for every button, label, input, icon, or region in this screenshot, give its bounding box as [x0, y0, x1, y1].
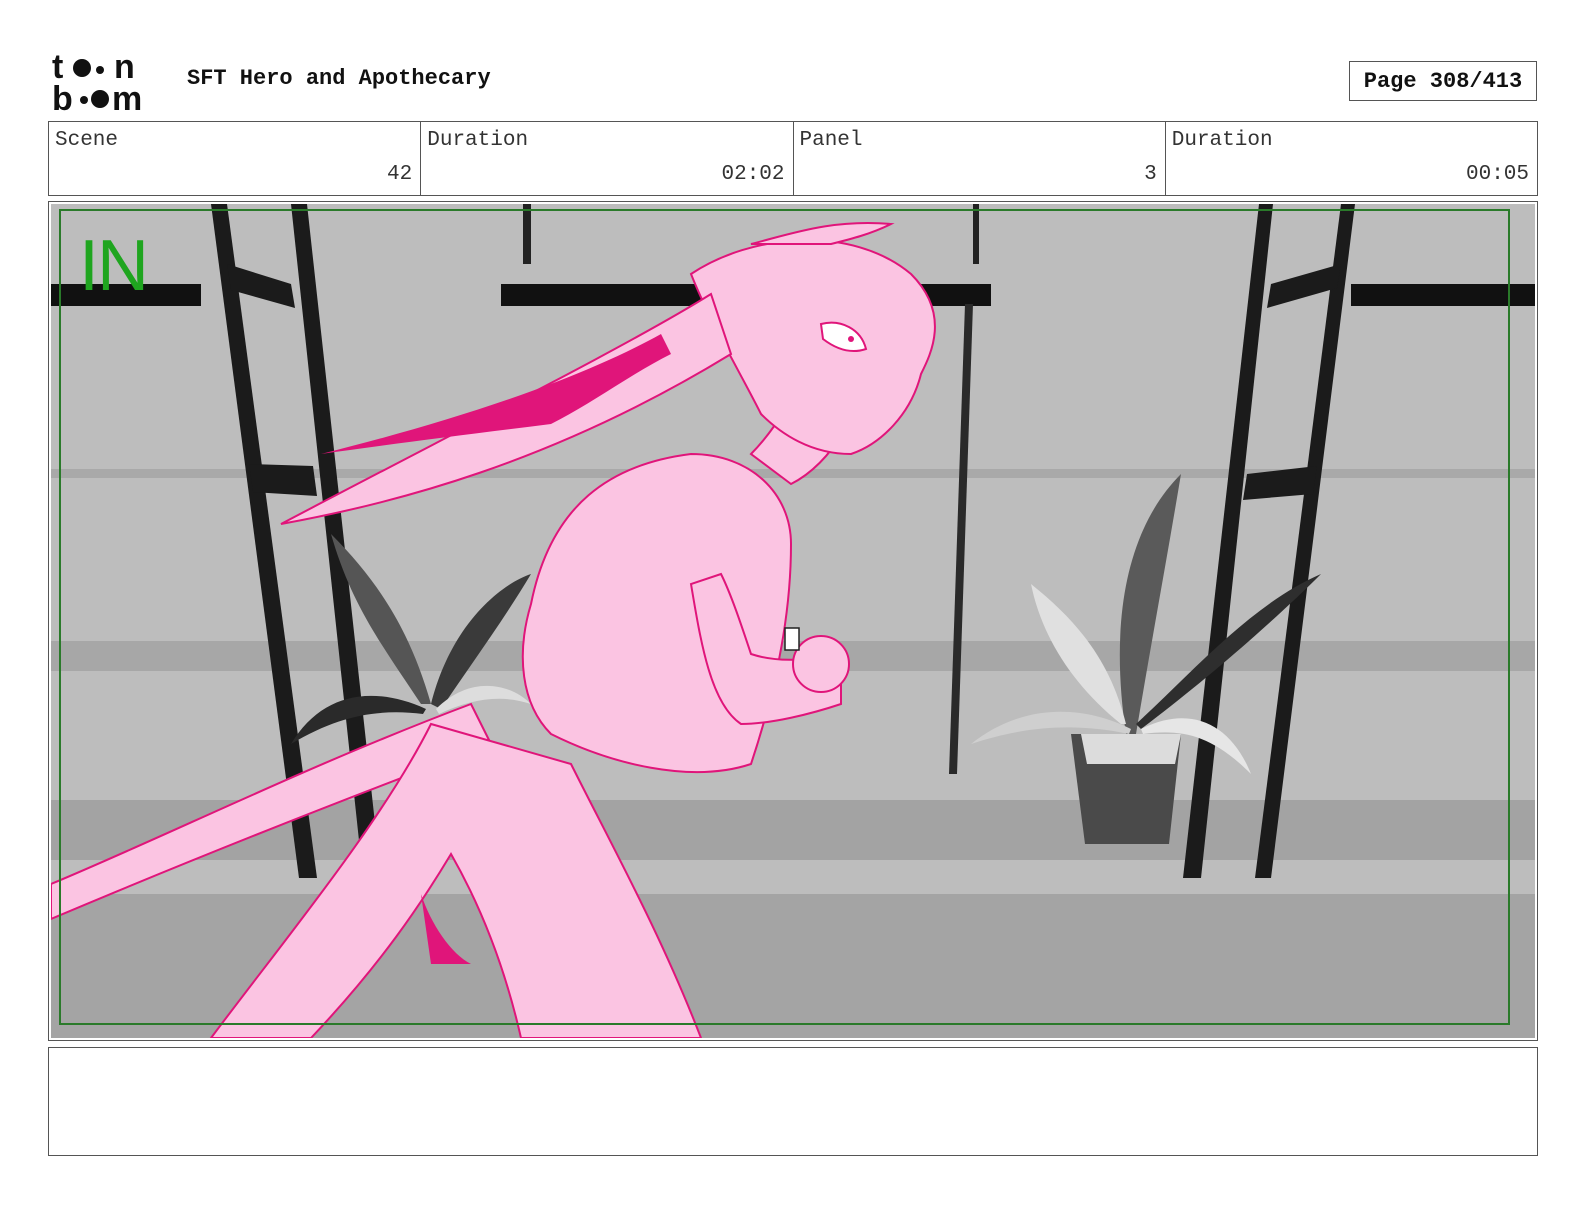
panel-artwork [51, 204, 1535, 1038]
svg-text:b: b [52, 80, 73, 114]
project-title: SFT Hero and Apothecary [187, 66, 491, 91]
page-number: Page 308/413 [1349, 61, 1537, 101]
panel-label: Panel [799, 129, 863, 152]
scene-cell: Scene 42 [49, 122, 422, 195]
storyboard-panel: IN [48, 201, 1538, 1041]
panel-value: 3 [1144, 163, 1157, 186]
scene-label: Scene [55, 129, 119, 152]
scene-value: 42 [387, 163, 413, 186]
panel-info-table: Scene 42 Duration 02:02 Panel 3 Duration… [48, 121, 1538, 196]
panel-notes-box [48, 1047, 1538, 1156]
scene-duration-value: 02:02 [721, 163, 785, 186]
svg-text:m: m [112, 80, 142, 114]
scene-duration-cell: Duration 02:02 [421, 122, 794, 195]
panel-duration-cell: Duration 00:05 [1166, 122, 1537, 195]
scene-duration-label: Duration [427, 129, 529, 152]
panel-duration-label: Duration [1171, 129, 1273, 152]
toon-boom-logo: t n b m [50, 48, 166, 118]
in-marker: IN [79, 226, 149, 306]
panel-cell: Panel 3 [794, 122, 1166, 195]
panel-duration-value: 00:05 [1465, 163, 1529, 186]
